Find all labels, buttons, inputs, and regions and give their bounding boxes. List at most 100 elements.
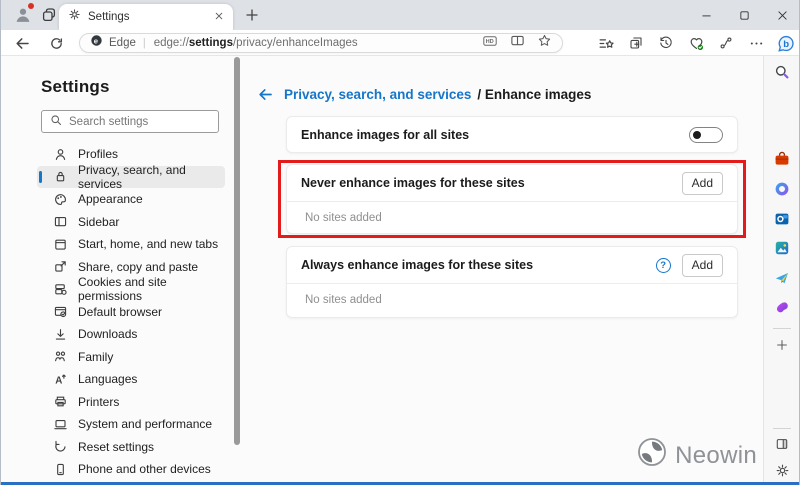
add-button[interactable]: Add <box>682 172 723 195</box>
search-input[interactable] <box>69 116 223 128</box>
rail-games-icon[interactable] <box>774 300 790 316</box>
gear-icon <box>68 8 81 26</box>
history-icon[interactable] <box>657 34 675 52</box>
new-tab-button[interactable] <box>244 7 260 23</box>
bing-chat-icon[interactable]: b <box>777 34 795 52</box>
rail-search-icon[interactable] <box>774 64 790 80</box>
palette-icon <box>53 192 68 207</box>
sidebar-item-appearance[interactable]: Appearance <box>37 188 225 211</box>
window-controls <box>699 0 789 30</box>
rail-loop-icon[interactable] <box>774 181 790 197</box>
settings-page: Settings Profiles Privacy, search, and s… <box>1 56 799 482</box>
close-icon[interactable] <box>775 8 789 22</box>
languages-icon: A <box>53 372 68 387</box>
split-screen-icon[interactable] <box>510 33 525 53</box>
reset-icon <box>53 439 68 454</box>
back-arrow-icon[interactable] <box>257 86 274 103</box>
person-icon <box>53 147 68 162</box>
default-browser-icon <box>53 304 68 319</box>
breadcrumb-parent[interactable]: Privacy, search, and services <box>284 87 471 102</box>
address-separator: | <box>143 37 146 49</box>
browser-essentials-icon[interactable] <box>687 34 705 52</box>
back-button[interactable] <box>13 34 31 52</box>
sidebar-item-phone-devices[interactable]: Phone and other devices <box>37 458 225 481</box>
sidebar-item-languages[interactable]: A Languages <box>37 368 225 391</box>
avatar-icon <box>13 12 33 29</box>
neowin-watermark: Neowin <box>637 437 757 474</box>
neowin-logo-icon <box>637 437 667 474</box>
sidebar-item-cookies-permissions[interactable]: Cookies and site permissions <box>37 278 225 301</box>
toggle-off[interactable] <box>689 127 723 143</box>
sidebar-item-printers[interactable]: Printers <box>37 391 225 414</box>
rail-divider <box>773 428 791 429</box>
watermark-text: Neowin <box>675 442 757 470</box>
sidebar-item-privacy[interactable]: Privacy, search, and services <box>37 166 225 189</box>
setting-label: Always enhance images for these sites <box>301 258 656 272</box>
url-text: edge://settings/privacy/enhanceImages <box>154 37 358 49</box>
breadcrumb: Privacy, search, and services / Enhance … <box>257 84 591 104</box>
svg-text:A: A <box>55 375 62 386</box>
rail-sidebar-toggle-icon[interactable] <box>774 436 790 452</box>
download-icon <box>53 327 68 342</box>
sidebar-item-sidebar[interactable]: Sidebar <box>37 211 225 234</box>
search-settings-box[interactable] <box>41 110 219 133</box>
breadcrumb-current: / Enhance images <box>477 87 591 102</box>
tab-close-icon[interactable] <box>214 8 224 26</box>
maximize-icon[interactable] <box>737 8 751 22</box>
tab-settings[interactable]: Settings <box>59 4 233 30</box>
sidebar-item-reset-settings[interactable]: Reset settings <box>37 436 225 459</box>
hd-icon[interactable]: HD <box>482 33 498 54</box>
empty-state-text: No sites added <box>287 284 737 316</box>
empty-state-text: No sites added <box>287 202 737 234</box>
profile-button[interactable] <box>13 5 33 25</box>
edge-logo-icon: e <box>90 34 103 52</box>
sidebar-item-default-browser[interactable]: Default browser <box>37 301 225 324</box>
sidebar-panel-icon <box>53 214 68 229</box>
browser-toolbar: e Edge | edge://settings/privacy/enhance… <box>1 30 799 56</box>
phone-icon <box>53 462 68 477</box>
favorites-hub-icon[interactable] <box>597 34 615 52</box>
toggle-knob <box>693 131 701 139</box>
rail-settings-gear-icon[interactable] <box>774 462 790 478</box>
rail-add-icon[interactable] <box>774 337 790 353</box>
settings-nav: Profiles Privacy, search, and services A… <box>37 143 225 481</box>
add-button[interactable]: Add <box>682 254 723 277</box>
workspaces-icon[interactable] <box>41 7 57 23</box>
refresh-button[interactable] <box>47 34 65 52</box>
setting-label: Never enhance images for these sites <box>301 176 682 190</box>
minimize-icon[interactable] <box>699 8 713 22</box>
family-icon <box>53 349 68 364</box>
edge-sidebar-rail <box>763 56 799 482</box>
tab-strip: Settings <box>1 0 799 30</box>
favorite-star-icon[interactable] <box>537 33 552 53</box>
svg-text:b: b <box>783 39 789 50</box>
rail-drop-icon[interactable] <box>774 270 790 286</box>
rail-shopping-icon[interactable] <box>774 151 790 167</box>
address-bar[interactable]: e Edge | edge://settings/privacy/enhance… <box>79 33 563 53</box>
vertical-scrollbar[interactable] <box>234 57 240 445</box>
setting-label: Enhance images for all sites <box>301 128 689 142</box>
rail-outlook-icon[interactable] <box>774 211 790 227</box>
settings-main: Privacy, search, and services / Enhance … <box>241 56 763 482</box>
svg-text:e: e <box>94 36 99 45</box>
more-icon[interactable] <box>747 34 765 52</box>
home-page-icon <box>53 237 68 252</box>
cookies-icon <box>53 282 68 297</box>
tab-title: Settings <box>88 11 214 23</box>
rail-image-creator-icon[interactable] <box>774 240 790 256</box>
svg-text:HD: HD <box>486 39 494 45</box>
page-title: Settings <box>41 77 110 97</box>
printer-icon <box>53 394 68 409</box>
share-icon[interactable] <box>717 34 735 52</box>
help-icon[interactable]: ? <box>656 258 671 273</box>
sidebar-item-system-performance[interactable]: System and performance <box>37 413 225 436</box>
engine-label: Edge <box>109 37 136 49</box>
collections-icon[interactable] <box>627 34 645 52</box>
sidebar-item-downloads[interactable]: Downloads <box>37 323 225 346</box>
card-never-enhance: Never enhance images for these sites Add… <box>286 164 738 234</box>
notification-dot-icon <box>28 3 34 9</box>
card-enhance-all-sites: Enhance images for all sites <box>286 116 738 153</box>
sidebar-item-start-home-tabs[interactable]: Start, home, and new tabs <box>37 233 225 256</box>
card-always-enhance: Always enhance images for these sites ? … <box>286 246 738 318</box>
sidebar-item-family[interactable]: Family <box>37 346 225 369</box>
